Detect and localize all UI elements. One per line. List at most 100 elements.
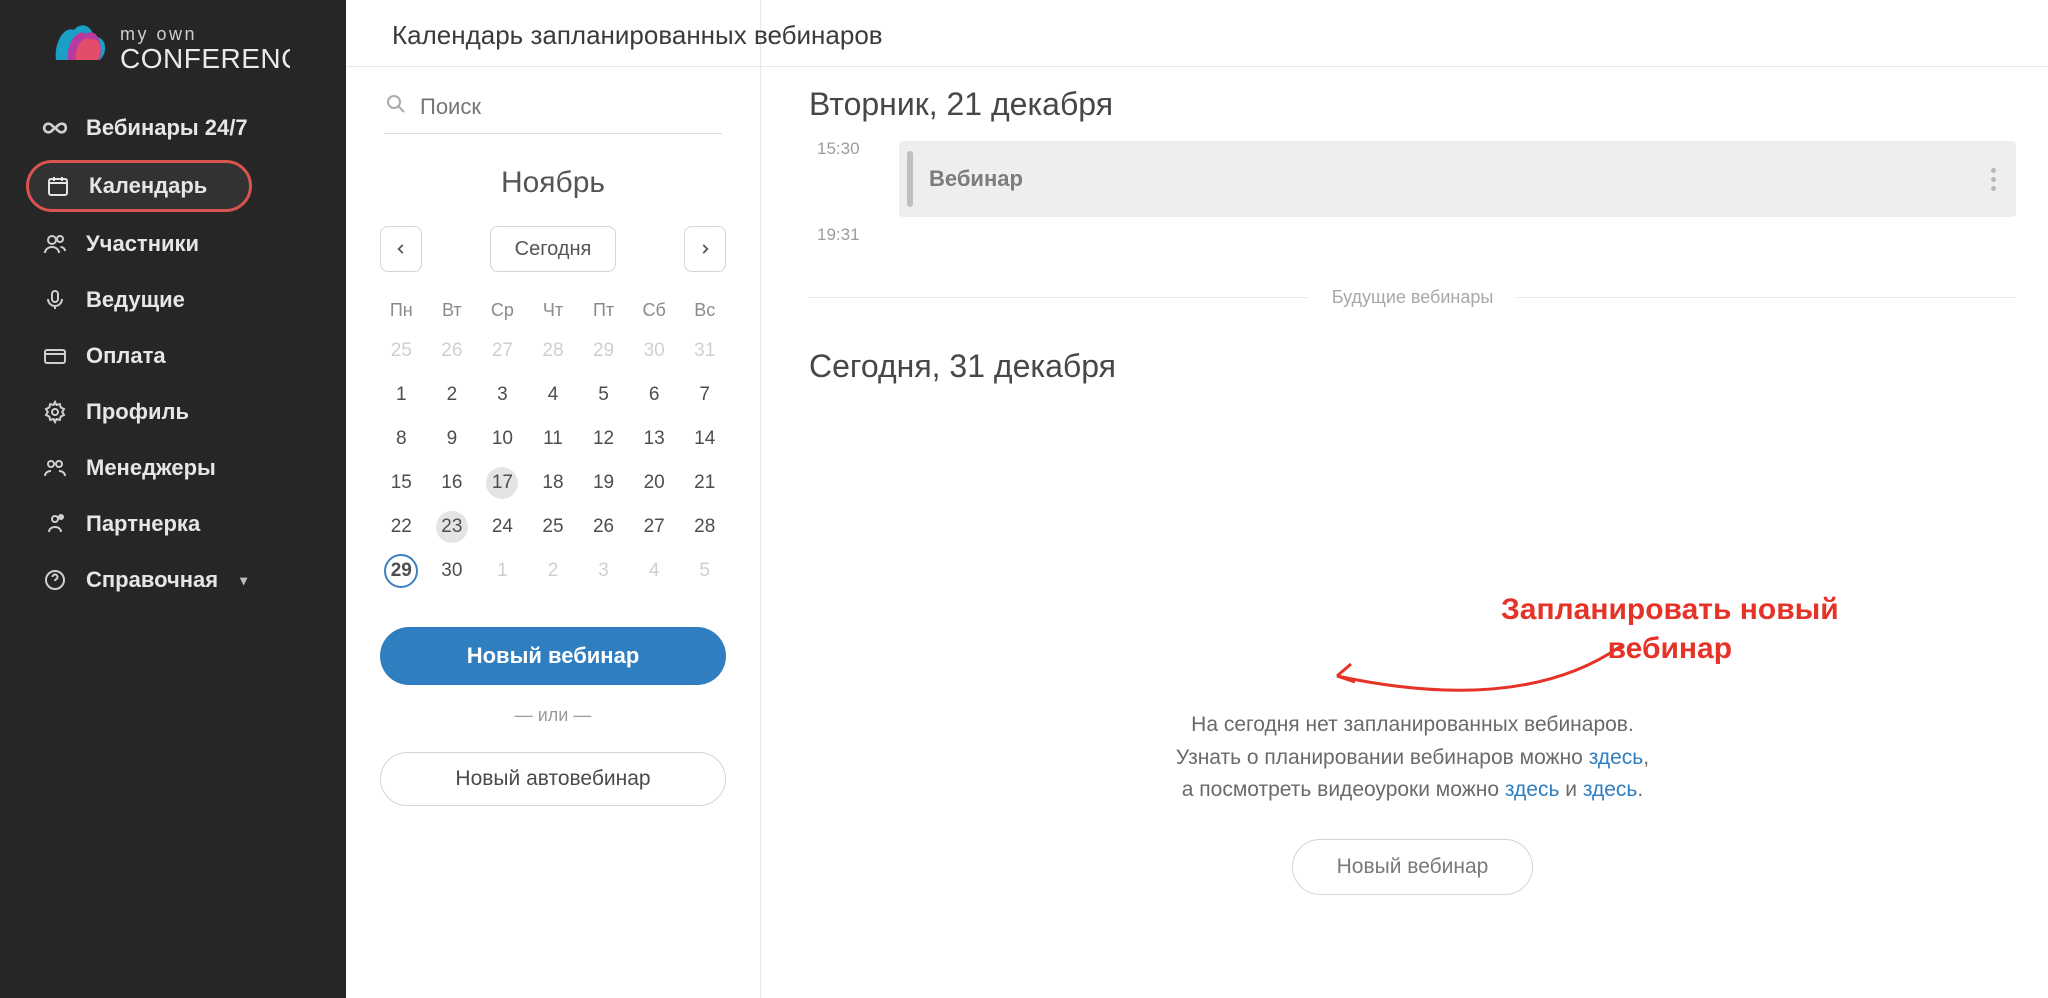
managers-icon [42, 455, 68, 481]
gear-icon [42, 399, 68, 425]
sidebar-item-payment[interactable]: Оплата [0, 328, 346, 384]
calendar-day[interactable]: 9 [427, 421, 478, 457]
calendar-day[interactable]: 31 [679, 333, 730, 369]
calendar-day[interactable]: 4 [528, 377, 579, 413]
calendar-day[interactable]: 17 [486, 467, 518, 499]
calendar-day[interactable]: 18 [528, 465, 579, 501]
sidebar-item-profile[interactable]: Профиль [0, 384, 346, 440]
calendar-day[interactable]: 5 [578, 377, 629, 413]
partner-icon [42, 511, 68, 537]
calendar-day[interactable]: 21 [679, 465, 730, 501]
new-autowebinar-button[interactable]: Новый автовебинар [380, 752, 726, 806]
weekday-label: Вс [679, 300, 730, 321]
help-link-1[interactable]: здесь [1589, 746, 1644, 769]
next-month-button[interactable] [684, 226, 726, 272]
calendar-day[interactable]: 13 [629, 421, 680, 457]
calendar-day[interactable]: 3 [477, 377, 528, 413]
empty-state: На сегодня нет запланированных вебинаров… [809, 709, 2016, 895]
calendar-week: 22 23 2425262728 [376, 509, 730, 545]
brand-logo[interactable]: my own CONFERENCE [0, 14, 346, 100]
calendar-day[interactable]: 8 [376, 421, 427, 457]
sidebar-item-webinars247[interactable]: Вебинары 24/7 [0, 100, 346, 156]
svg-text:CONFERENCE: CONFERENCE [120, 43, 290, 74]
calendar-day[interactable]: 12 [578, 421, 629, 457]
nav-label: Вебинары 24/7 [86, 115, 248, 141]
calendar-day[interactable]: 3 [578, 553, 629, 589]
help-link-3[interactable]: здесь [1583, 778, 1638, 801]
event-menu-button[interactable] [1991, 168, 1996, 191]
calendar-icon [45, 173, 71, 199]
calendar-day[interactable]: 27 [629, 509, 680, 545]
calendar-day[interactable]: 25 [528, 509, 579, 545]
calendar-day[interactable]: 7 [679, 377, 730, 413]
calendar-day[interactable]: 4 [629, 553, 680, 589]
nav-label: Ведущие [86, 287, 185, 313]
calendar-week: 891011121314 [376, 421, 730, 457]
main-content: Вторник, 21 декабря 15:30 19:31 Вебинар … [761, 0, 2048, 998]
sidebar-item-presenters[interactable]: Ведущие [0, 272, 346, 328]
day-heading-1: Вторник, 21 декабря [809, 86, 2016, 123]
calendar-day[interactable]: 26 [427, 333, 478, 369]
calendar-day[interactable]: 6 [629, 377, 680, 413]
calendar-day[interactable]: 30 [629, 333, 680, 369]
event-title: Вебинар [929, 166, 1023, 192]
future-divider-label: Будущие вебинары [1308, 287, 1518, 308]
calendar-day[interactable]: 2 [528, 553, 579, 589]
prev-month-button[interactable] [380, 226, 422, 272]
calendar-day[interactable]: 22 [376, 509, 427, 545]
help-link-2[interactable]: здесь [1505, 778, 1560, 801]
calendar-day[interactable]: 30 [427, 553, 478, 589]
event-start-time: 15:30 [817, 139, 860, 159]
calendar-day[interactable]: 29 [578, 333, 629, 369]
calendar-toolbar: Сегодня [380, 226, 726, 272]
sidebar-item-calendar[interactable]: Календарь [26, 160, 252, 212]
sidebar-item-participants[interactable]: Участники [0, 216, 346, 272]
calendar-day[interactable]: 11 [528, 421, 579, 457]
calendar-day[interactable]: 16 [427, 465, 478, 501]
search-input[interactable] [420, 94, 722, 120]
calendar-day[interactable]: 10 [477, 421, 528, 457]
chevron-down-icon: ▾ [240, 572, 247, 589]
svg-text:my own: my own [120, 24, 197, 44]
calendar-day[interactable]: 26 [578, 509, 629, 545]
nav: Вебинары 24/7 Календарь Участники Ведущи… [0, 100, 346, 608]
help-icon [42, 567, 68, 593]
sidebar-item-managers[interactable]: Менеджеры [0, 440, 346, 496]
calendar-day[interactable]: 2 [427, 377, 478, 413]
weekday-label: Вт [427, 300, 478, 321]
today-button[interactable]: Сегодня [490, 226, 617, 272]
event-block: 15:30 19:31 Вебинар [899, 141, 2016, 217]
calendar-day[interactable]: 1 [477, 553, 528, 589]
calendar-week: 151617 18192021 [376, 465, 730, 501]
search-icon [384, 92, 408, 121]
annotation-arrow-icon [1321, 624, 1641, 734]
mic-icon [42, 287, 68, 313]
calendar-day[interactable]: 28 [528, 333, 579, 369]
calendar-week: 29 3012345 [376, 553, 730, 589]
calendar-day[interactable]: 15 [376, 465, 427, 501]
infinity-icon [42, 115, 68, 141]
users-icon [42, 231, 68, 257]
nav-label: Календарь [89, 173, 207, 199]
empty-new-webinar-button[interactable]: Новый вебинар [1292, 839, 1534, 895]
calendar-day[interactable]: 25 [376, 333, 427, 369]
calendar-day[interactable]: 23 [436, 511, 468, 543]
calendar-day[interactable]: 5 [679, 553, 730, 589]
calendar-day[interactable]: 20 [629, 465, 680, 501]
new-webinar-button[interactable]: Новый вебинар [380, 627, 726, 685]
calendar-day[interactable]: 14 [679, 421, 730, 457]
sidebar-item-partner[interactable]: Партнерка [0, 496, 346, 552]
calendar-day[interactable]: 1 [376, 377, 427, 413]
calendar-day[interactable]: 29 [384, 554, 418, 588]
nav-label: Участники [86, 231, 199, 257]
nav-label: Справочная [86, 567, 218, 593]
calendar-panel: Ноябрь Сегодня ПнВтСрЧтПтСбВс 2526272829… [346, 0, 761, 998]
event-card[interactable]: Вебинар [899, 141, 2016, 217]
calendar-day[interactable]: 27 [477, 333, 528, 369]
calendar-day[interactable]: 19 [578, 465, 629, 501]
calendar-day[interactable]: 28 [679, 509, 730, 545]
calendar-day[interactable]: 24 [477, 509, 528, 545]
card-icon [42, 343, 68, 369]
sidebar-item-help[interactable]: Справочная ▾ [0, 552, 346, 608]
empty-line-3: а посмотреть видеоуроки можно здесь и зд… [809, 774, 2016, 807]
